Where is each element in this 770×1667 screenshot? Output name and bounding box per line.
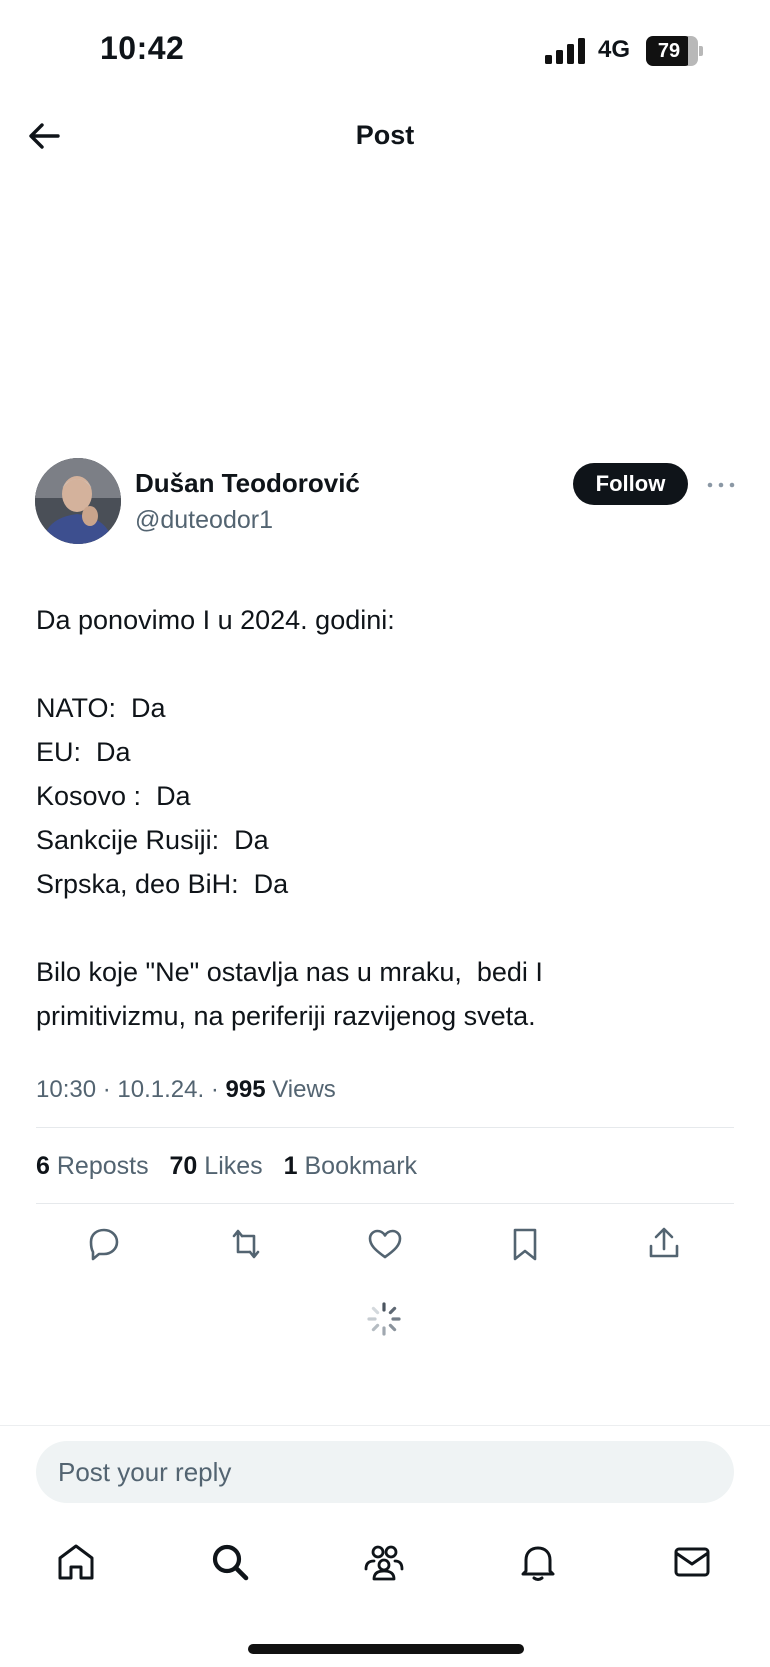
follow-button[interactable]: Follow [573,463,688,505]
repost-icon [232,1229,260,1259]
signal-icon [545,38,585,64]
post-line [36,642,736,686]
battery-icon: 79 [646,36,703,66]
bookmarks-stat[interactable]: 1 Bookmark [284,1152,417,1180]
nav-home[interactable] [52,1538,100,1586]
like-icon [368,1229,402,1259]
post-line: EU: Da [36,737,131,767]
divider [0,1425,770,1426]
post-time: 10:30 [36,1076,97,1103]
nav-communities[interactable] [360,1538,408,1586]
author-handle[interactable]: @duteodor1 [135,506,273,535]
more-horizontal-icon [707,482,735,488]
notifications-icon [521,1546,555,1581]
post-line [36,906,736,950]
bookmark-icon [513,1228,537,1261]
nav-notifications[interactable] [514,1538,562,1586]
nav-messages[interactable] [668,1538,716,1586]
post-line: Srpska, deo BiH: Da [36,869,289,899]
communities-icon [364,1545,404,1581]
reply-icon [89,1228,119,1261]
like-button[interactable] [363,1222,407,1266]
author-name[interactable]: Dušan Teodorović [135,468,360,499]
divider [36,1203,734,1204]
search-icon [212,1544,249,1581]
page-title: Post [355,120,415,150]
divider [36,1127,734,1128]
views-label[interactable]: Views [272,1076,336,1103]
post-line: NATO: Da [36,693,166,723]
bookmark-button[interactable] [503,1222,547,1266]
reply-input[interactable]: Post your reply [36,1441,734,1503]
nav-search[interactable] [206,1538,254,1586]
share-icon [649,1227,679,1258]
messages-icon [674,1547,710,1577]
status-time: 10:42 [100,30,185,66]
more-options-button[interactable] [703,470,739,500]
post-date: 10.1.24. [117,1076,205,1103]
post-text: Da ponovimo I u 2024. godini: NATO: Da E… [36,598,736,1038]
post-line: primitivizmu, na periferiji razvijenog s… [36,1001,536,1031]
network-type: 4G [598,36,631,63]
avatar[interactable] [35,458,121,544]
post-line: Sankcije Rusiji: Da [36,825,269,855]
home-indicator[interactable] [248,1644,524,1654]
likes-stat[interactable]: 70 Likes [170,1152,263,1180]
views-count: 995 [225,1076,266,1103]
home-icon [58,1544,94,1580]
post-line: Da ponovimo I u 2024. godini: [36,605,395,635]
post-meta: 10:30 · 10.1.24. · 995 Views [36,1076,336,1103]
repost-button[interactable] [224,1222,268,1266]
share-button[interactable] [642,1222,686,1266]
post-stats: 6 Reposts 70 Likes 1 Bookmark [36,1152,431,1181]
reposts-stat[interactable]: 6 Reposts [36,1152,149,1180]
reply-button[interactable] [82,1222,126,1266]
battery-level: 79 [646,36,692,66]
post-line: Bilo koje "Ne" ostavlja nas u mraku, bed… [36,957,543,987]
loading-spinner-icon [367,1302,401,1336]
profile-photo [35,458,121,544]
post-line: Kosovo : Da [36,781,191,811]
